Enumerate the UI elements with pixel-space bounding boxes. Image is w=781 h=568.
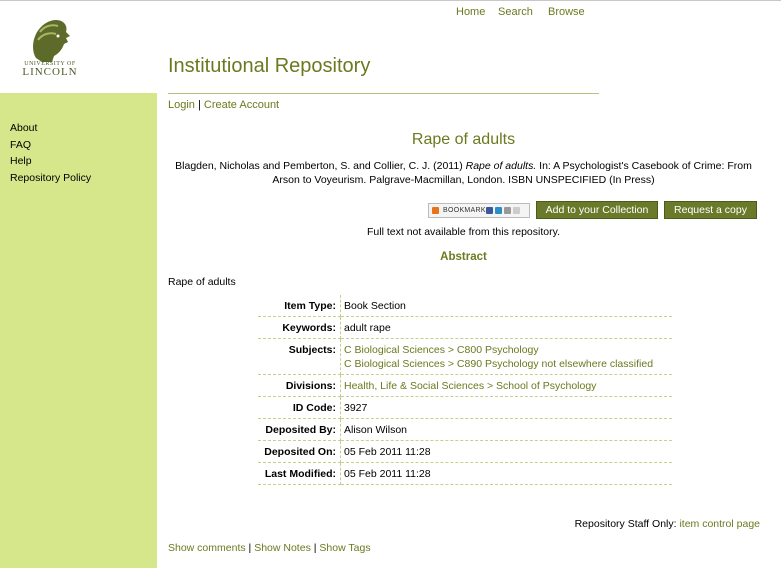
title-divider	[168, 93, 599, 94]
logo-text-line2: LINCOLN	[22, 66, 78, 78]
twitter-icon	[495, 207, 502, 214]
footer-separator: |	[248, 542, 252, 554]
top-border	[0, 0, 781, 1]
table-row: Divisions: Health, Life & Social Science…	[258, 374, 672, 397]
facebook-icon	[486, 207, 493, 214]
keywords-value: adult rape	[340, 316, 672, 339]
table-row: Subjects: C Biological Sciences > C800 P…	[258, 338, 672, 375]
create-account-link[interactable]: Create Account	[204, 99, 279, 111]
staff-only-label: Repository Staff Only:	[574, 518, 677, 530]
nav-browse[interactable]: Browse	[548, 6, 585, 18]
account-separator: |	[197, 99, 201, 111]
account-links: Login | Create Account	[168, 99, 279, 111]
last-modified-value: 05 Feb 2011 11:28	[340, 462, 672, 485]
item-type-label: Item Type:	[258, 295, 341, 317]
table-row: ID Code: 3927	[258, 396, 672, 419]
login-link[interactable]: Login	[168, 99, 195, 111]
page-title: Rape of adults	[411, 131, 516, 148]
sidebar: About FAQ Help Repository Policy	[0, 93, 157, 568]
show-notes-link[interactable]: Show Notes	[254, 542, 311, 554]
show-tags-link[interactable]: Show Tags	[319, 542, 370, 554]
table-row: Last Modified: 05 Feb 2011 11:28	[258, 462, 672, 485]
email-icon	[504, 207, 511, 214]
last-modified-label: Last Modified:	[258, 462, 341, 485]
divisions-value: Health, Life & Social Sciences > School …	[340, 374, 672, 397]
deposited-on-value: 05 Feb 2011 11:28	[340, 440, 672, 463]
sidebar-item-about[interactable]: About	[10, 122, 37, 134]
metadata-table: Item Type: Book Section Keywords: adult …	[258, 295, 672, 485]
item-type-value: Book Section	[340, 295, 672, 317]
division-link[interactable]: Health, Life & Social Sciences > School …	[344, 379, 672, 393]
footer-separator: |	[313, 542, 317, 554]
table-row: Item Type: Book Section	[258, 295, 672, 317]
table-row: Deposited On: 05 Feb 2011 11:28	[258, 440, 672, 463]
bookmark-plus-icon	[432, 207, 439, 214]
staff-only: Repository Staff Only: item control page	[575, 518, 760, 530]
table-row: Keywords: adult rape	[258, 316, 672, 339]
abstract-heading: Abstract	[440, 251, 487, 263]
sidebar-item-help[interactable]: Help	[10, 155, 32, 167]
request-copy-button[interactable]: Request a copy	[664, 201, 757, 219]
divisions-label: Divisions:	[258, 374, 341, 397]
deposited-on-label: Deposited On:	[258, 440, 341, 463]
sidebar-item-faq[interactable]: FAQ	[10, 139, 31, 151]
bookmark-button[interactable]: BOOKMARK	[428, 203, 530, 218]
citation-title: Rape of adults.	[465, 160, 537, 172]
id-code-value: 3927	[340, 396, 672, 419]
id-code-label: ID Code:	[258, 396, 341, 419]
subject-link-c890[interactable]: C Biological Sciences > C890 Psychology …	[344, 357, 672, 371]
bookmark-label: BOOKMARK	[443, 207, 486, 214]
show-comments-link[interactable]: Show comments	[168, 542, 246, 554]
more-icon	[513, 207, 520, 214]
footer-links: Show comments | Show Notes | Show Tags	[168, 542, 371, 554]
nav-search[interactable]: Search	[498, 6, 533, 18]
citation: Blagden, Nicholas and Pemberton, S. and …	[168, 159, 759, 187]
deposited-by-value: Alison Wilson	[340, 418, 672, 441]
citation-authors: Blagden, Nicholas and Pemberton, S. and …	[175, 160, 463, 172]
site-title: Institutional Repository	[168, 55, 371, 77]
sidebar-item-repository-policy[interactable]: Repository Policy	[10, 172, 91, 184]
nav-home[interactable]: Home	[456, 6, 485, 18]
abstract-text: Rape of adults	[168, 276, 236, 288]
subjects-label: Subjects:	[258, 338, 341, 375]
subjects-value: C Biological Sciences > C800 Psychology …	[340, 338, 672, 375]
table-row: Deposited By: Alison Wilson	[258, 418, 672, 441]
keywords-label: Keywords:	[258, 316, 341, 339]
subject-link-c800[interactable]: C Biological Sciences > C800 Psychology	[344, 343, 672, 357]
fulltext-notice: Full text not available from this reposi…	[367, 226, 560, 238]
item-control-page-link[interactable]: item control page	[679, 518, 760, 530]
deposited-by-label: Deposited By:	[258, 418, 341, 441]
add-to-collection-button[interactable]: Add to your Collection	[536, 201, 658, 219]
